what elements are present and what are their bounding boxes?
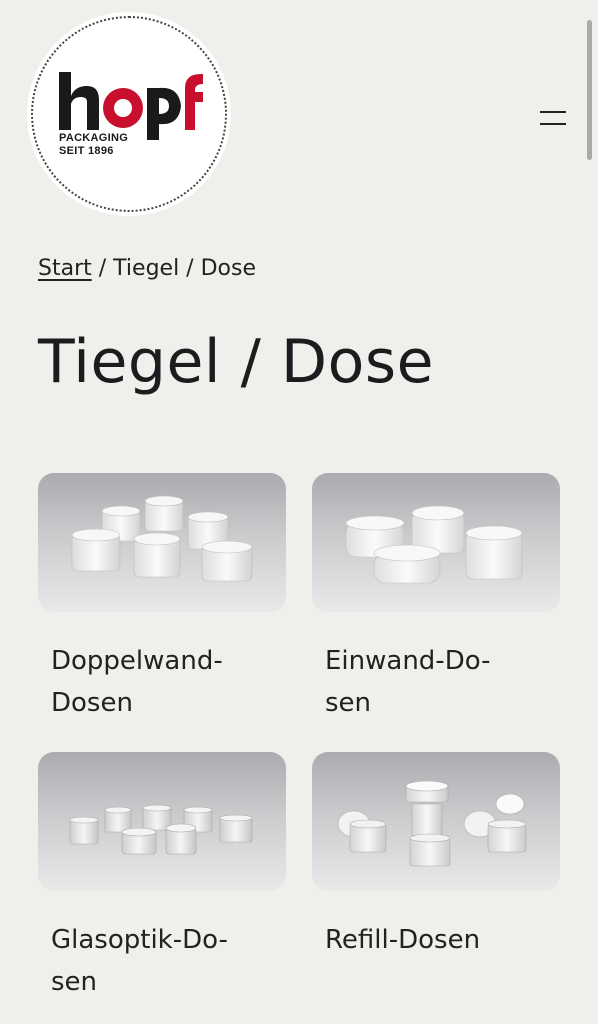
hamburger-icon-bar-bottom: [540, 123, 566, 125]
hamburger-icon-bar-top: [540, 111, 566, 113]
glass-look-jars-photo: [38, 752, 286, 891]
brand-logo[interactable]: PACKAGING SEIT 1896: [27, 12, 231, 216]
category-card-label: Glasoptik-Do- sen: [51, 925, 228, 997]
logo-tagline: PACKAGING SEIT 1896: [59, 132, 128, 158]
refill-jars-photo: [312, 752, 560, 891]
breadcrumb-separator: /: [91, 256, 114, 281]
double-wall-jars-photo: [38, 473, 286, 612]
breadcrumb-current: Tiegel / Dose: [113, 256, 256, 281]
category-card-einwand[interactable]: Einwand-Do- sen: [312, 473, 560, 724]
hamburger-menu-button[interactable]: [538, 108, 568, 128]
logo-tagline-line1: PACKAGING: [59, 132, 129, 144]
hopf-wordmark-logo: [59, 72, 203, 140]
scrollbar-thumb[interactable]: [587, 20, 592, 160]
breadcrumb-home-link[interactable]: Start: [38, 256, 92, 281]
page-title: Tiegel / Dose: [38, 327, 435, 397]
category-card-label: Doppelwand- Dosen: [51, 646, 223, 718]
category-card-doppelwand[interactable]: Doppelwand- Dosen: [38, 473, 286, 724]
breadcrumb: Start / Tiegel / Dose: [38, 254, 256, 284]
category-card-label: Refill-Dosen: [325, 925, 481, 955]
category-card-label: Einwand-Do- sen: [325, 646, 491, 718]
category-card-glasoptik[interactable]: Glasoptik-Do- sen: [38, 752, 286, 1003]
logo-tagline-line2: SEIT 1896: [59, 145, 114, 157]
category-card-refill[interactable]: Refill-Dosen: [312, 752, 560, 961]
single-wall-jars-photo: [312, 473, 560, 612]
